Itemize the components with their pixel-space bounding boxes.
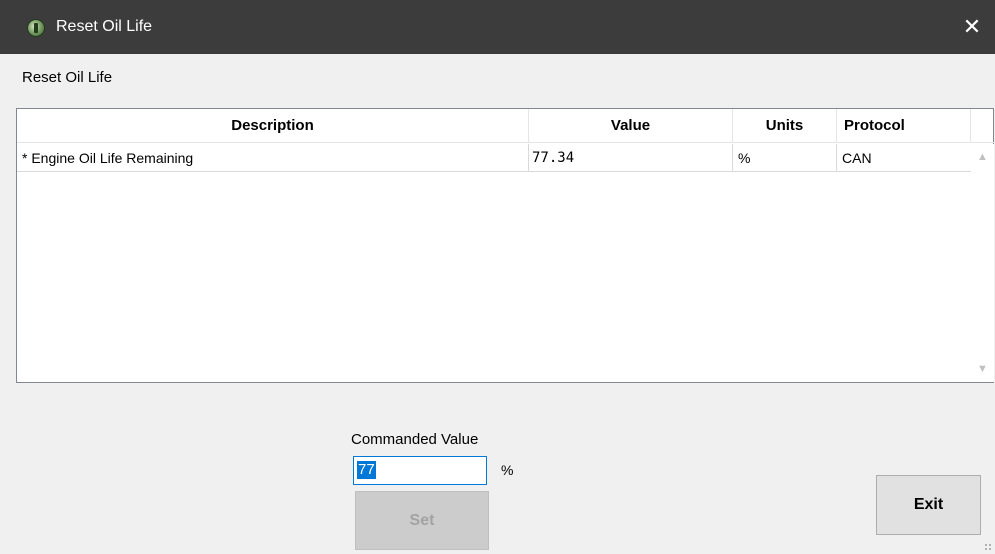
- resize-grip-icon[interactable]: [984, 543, 992, 551]
- unit-label: %: [501, 462, 514, 478]
- cell-protocol: CAN: [842, 150, 872, 166]
- cell-value: 77.34: [529, 144, 733, 172]
- window-title: Reset Oil Life: [56, 18, 153, 35]
- parameter-table[interactable]: Description Value Units Protocol * Engin…: [16, 108, 994, 383]
- title-bar: Reset Oil Life ✕: [0, 0, 995, 54]
- cell-description: * Engine Oil Life Remaining: [17, 144, 529, 172]
- commanded-value-text: 77: [357, 461, 376, 479]
- close-button[interactable]: ✕: [949, 0, 995, 54]
- vertical-scrollbar[interactable]: ▲ ▼: [971, 144, 994, 382]
- chevron-down-icon[interactable]: ▼: [971, 360, 994, 378]
- table-header: Description Value Units Protocol: [17, 109, 994, 143]
- page-title: Reset Oil Life: [22, 69, 113, 86]
- commanded-value-input[interactable]: 77: [353, 456, 487, 485]
- cell-units: %: [733, 144, 837, 172]
- chevron-up-icon[interactable]: ▲: [971, 148, 994, 166]
- column-header-protocol[interactable]: Protocol: [837, 109, 971, 143]
- commanded-value-label: Commanded Value: [351, 431, 479, 448]
- close-icon: ✕: [962, 14, 982, 39]
- app-logo-icon: [27, 19, 45, 37]
- column-header-value[interactable]: Value: [529, 109, 733, 143]
- column-header-units[interactable]: Units: [733, 109, 837, 143]
- table-row[interactable]: * Engine Oil Life Remaining 77.34 % CAN: [17, 144, 971, 172]
- set-button[interactable]: Set: [355, 491, 489, 550]
- column-header-description[interactable]: Description: [17, 109, 529, 143]
- exit-button[interactable]: Exit: [876, 475, 981, 535]
